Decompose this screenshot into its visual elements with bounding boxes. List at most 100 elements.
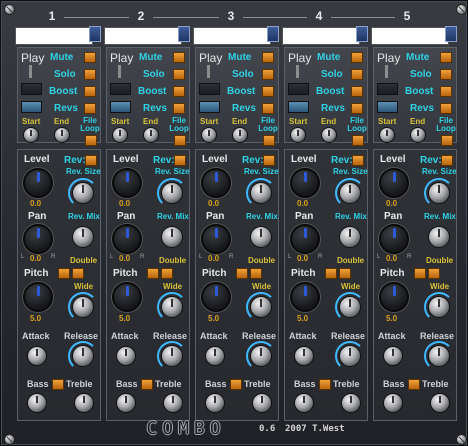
- boost-switch[interactable]: [351, 86, 363, 97]
- pitch-knob[interactable]: [112, 282, 142, 312]
- channel-name-input[interactable]: [15, 27, 93, 45]
- treble-knob[interactable]: [163, 393, 183, 413]
- double-switch[interactable]: [250, 268, 262, 279]
- rev-switch[interactable]: [441, 155, 453, 166]
- release-knob[interactable]: [72, 345, 94, 367]
- rev-mix-knob[interactable]: [72, 226, 94, 248]
- channel-load-button[interactable]: [445, 26, 457, 42]
- channel-load-button[interactable]: [89, 26, 101, 42]
- boost-switch[interactable]: [173, 86, 185, 97]
- play-fader[interactable]: [118, 65, 121, 78]
- start-knob[interactable]: [112, 127, 128, 143]
- treble-knob[interactable]: [341, 393, 361, 413]
- revs-switch[interactable]: [351, 103, 363, 114]
- channel-name-input[interactable]: [193, 27, 271, 45]
- file-loop-switch[interactable]: [263, 135, 275, 146]
- revs-switch[interactable]: [440, 103, 452, 114]
- treble-knob[interactable]: [252, 393, 272, 413]
- pitch-knob[interactable]: [290, 282, 320, 312]
- attack-knob[interactable]: [27, 346, 47, 366]
- mute-switch[interactable]: [173, 52, 185, 63]
- channel-load-button[interactable]: [267, 26, 279, 42]
- boost-switch[interactable]: [262, 86, 274, 97]
- release-knob[interactable]: [161, 345, 183, 367]
- attack-knob[interactable]: [294, 346, 314, 366]
- play-pad-button[interactable]: [288, 83, 309, 95]
- bass-knob[interactable]: [383, 393, 403, 413]
- level-knob[interactable]: [112, 168, 142, 198]
- rev-size-knob[interactable]: [428, 182, 450, 204]
- double-switch[interactable]: [428, 268, 440, 279]
- wide-knob[interactable]: [161, 296, 183, 318]
- mute-switch[interactable]: [351, 52, 363, 63]
- double-switch[interactable]: [72, 268, 84, 279]
- rev-size-knob[interactable]: [250, 182, 272, 204]
- rev-switch[interactable]: [352, 155, 364, 166]
- revs-switch[interactable]: [84, 103, 96, 114]
- pitch-knob[interactable]: [201, 282, 231, 312]
- channel-name-input[interactable]: [371, 27, 449, 45]
- pan-knob[interactable]: [23, 224, 53, 254]
- play-pad-button[interactable]: [21, 83, 42, 95]
- play-fader[interactable]: [296, 65, 299, 78]
- wide-knob[interactable]: [339, 296, 361, 318]
- pan-knob[interactable]: [290, 224, 320, 254]
- solo-switch[interactable]: [173, 69, 185, 80]
- end-knob[interactable]: [232, 127, 248, 143]
- attack-knob[interactable]: [383, 346, 403, 366]
- rev-mix-knob[interactable]: [339, 226, 361, 248]
- rev-switch[interactable]: [85, 155, 97, 166]
- end-knob[interactable]: [143, 127, 159, 143]
- start-knob[interactable]: [201, 127, 217, 143]
- start-knob[interactable]: [290, 127, 306, 143]
- rev-mix-knob[interactable]: [250, 226, 272, 248]
- release-knob[interactable]: [250, 345, 272, 367]
- bass-knob[interactable]: [294, 393, 314, 413]
- pitch-knob[interactable]: [379, 282, 409, 312]
- level-knob[interactable]: [379, 168, 409, 198]
- solo-switch[interactable]: [262, 69, 274, 80]
- treble-knob[interactable]: [430, 393, 450, 413]
- rev-switch[interactable]: [263, 155, 275, 166]
- double-switch[interactable]: [339, 268, 351, 279]
- pitch-switch[interactable]: [147, 268, 159, 279]
- release-knob[interactable]: [428, 345, 450, 367]
- wide-knob[interactable]: [428, 296, 450, 318]
- pitch-switch[interactable]: [236, 268, 248, 279]
- mute-switch[interactable]: [440, 52, 452, 63]
- pitch-switch[interactable]: [414, 268, 426, 279]
- rev-switch[interactable]: [174, 155, 186, 166]
- bass-treble-switch[interactable]: [230, 379, 242, 390]
- treble-knob[interactable]: [74, 393, 94, 413]
- revs-pad-button[interactable]: [199, 101, 220, 113]
- channel-name-input[interactable]: [104, 27, 182, 45]
- rev-size-knob[interactable]: [161, 182, 183, 204]
- bass-treble-switch[interactable]: [141, 379, 153, 390]
- bass-knob[interactable]: [205, 393, 225, 413]
- revs-pad-button[interactable]: [377, 101, 398, 113]
- end-knob[interactable]: [321, 127, 337, 143]
- mute-switch[interactable]: [262, 52, 274, 63]
- level-knob[interactable]: [23, 168, 53, 198]
- attack-knob[interactable]: [205, 346, 225, 366]
- channel-name-input[interactable]: [282, 27, 360, 45]
- wide-knob[interactable]: [250, 296, 272, 318]
- start-knob[interactable]: [23, 127, 39, 143]
- pan-knob[interactable]: [201, 224, 231, 254]
- attack-knob[interactable]: [116, 346, 136, 366]
- bass-treble-switch[interactable]: [319, 379, 331, 390]
- bass-knob[interactable]: [116, 393, 136, 413]
- file-loop-switch[interactable]: [441, 135, 453, 146]
- bass-treble-switch[interactable]: [408, 379, 420, 390]
- play-pad-button[interactable]: [377, 83, 398, 95]
- wide-knob[interactable]: [72, 296, 94, 318]
- revs-pad-button[interactable]: [110, 101, 131, 113]
- rev-size-knob[interactable]: [72, 182, 94, 204]
- level-knob[interactable]: [201, 168, 231, 198]
- boost-switch[interactable]: [84, 86, 96, 97]
- revs-switch[interactable]: [262, 103, 274, 114]
- solo-switch[interactable]: [351, 69, 363, 80]
- end-knob[interactable]: [410, 127, 426, 143]
- play-fader[interactable]: [207, 65, 210, 78]
- solo-switch[interactable]: [440, 69, 452, 80]
